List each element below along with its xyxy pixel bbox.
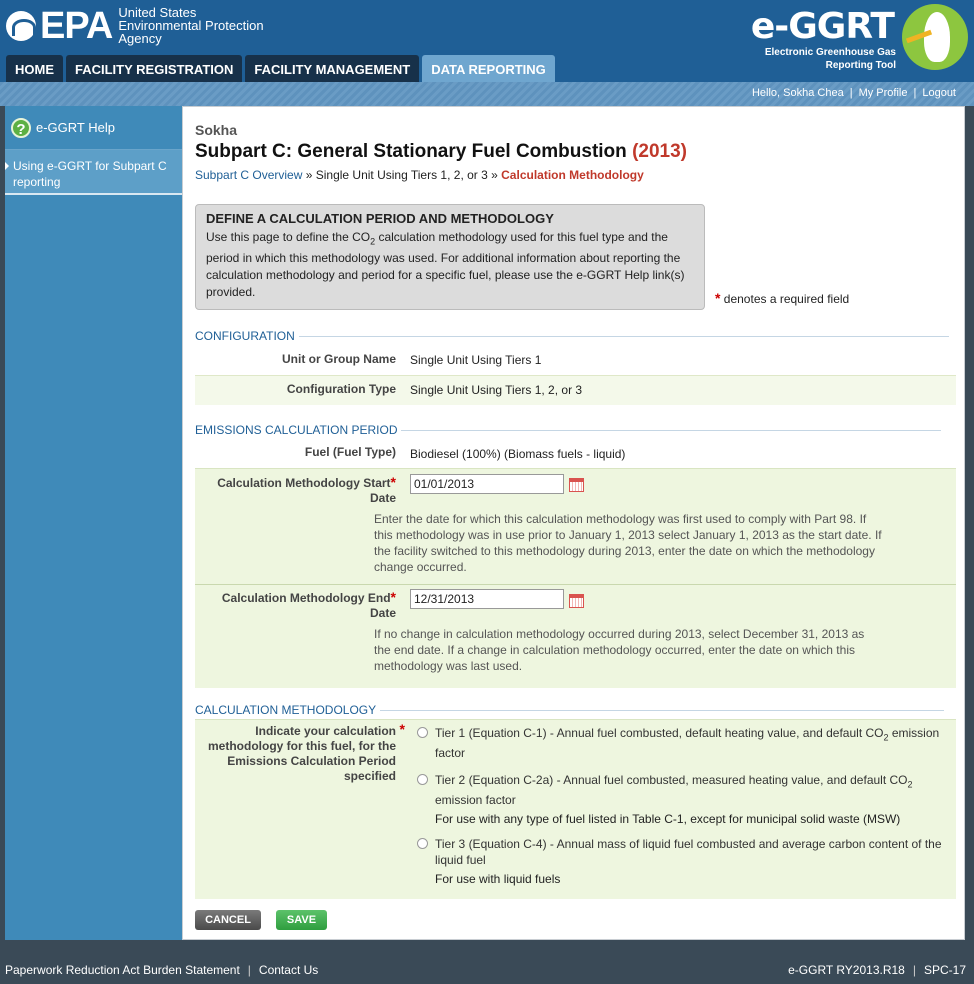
required-field-note: * denotes a required field bbox=[715, 290, 850, 306]
sidebar-item-label: e-GGRT Help bbox=[36, 120, 115, 135]
start-date-input[interactable] bbox=[410, 474, 564, 494]
instructions-box: DEFINE A CALCULATION PERIOD AND METHODOL… bbox=[195, 204, 705, 310]
methodology-option-tier3[interactable]: Tier 3 (Equation C-4) - Annual mass of l… bbox=[417, 836, 947, 887]
row-fuel: Fuel (Fuel Type) Biodiesel (100%) (Bioma… bbox=[195, 439, 956, 468]
tab-data-reporting[interactable]: DATA REPORTING bbox=[422, 55, 555, 82]
config-type-value: Single Unit Using Tiers 1, 2, or 3 bbox=[410, 383, 583, 397]
section-configuration: CONFIGURATION bbox=[195, 329, 948, 343]
user-greeting: Hello, Sokha Chea bbox=[751, 87, 844, 99]
main-content: Sokha Subpart C: General Stationary Fuel… bbox=[182, 106, 965, 940]
egret-logo-icon bbox=[902, 4, 968, 70]
required-asterisk: * bbox=[399, 721, 405, 737]
my-profile-link[interactable]: My Profile bbox=[859, 87, 908, 99]
config-type-label: Configuration Type bbox=[286, 382, 396, 396]
row-start-date: Calculation Methodology Start*Date Enter… bbox=[195, 468, 956, 584]
tier3-note: For use with liquid fuels bbox=[435, 872, 561, 886]
contact-us-link[interactable]: Contact Us bbox=[259, 963, 318, 977]
methodology-option-tier1[interactable]: Tier 1 (Equation C-1) - Annual fuel comb… bbox=[417, 725, 947, 761]
instructions-heading: DEFINE A CALCULATION PERIOD AND METHODOL… bbox=[206, 211, 554, 226]
fuel-value: Biodiesel (100%) (Biomass fuels - liquid… bbox=[410, 447, 626, 461]
epa-logo[interactable]: EPA United States Environmental Protecti… bbox=[6, 6, 264, 45]
start-date-label: Calculation Methodology Start* Date bbox=[217, 474, 396, 506]
section-calculation-methodology: CALCULATION METHODOLOGY bbox=[195, 703, 945, 717]
calendar-icon[interactable] bbox=[569, 594, 584, 608]
breadcrumb-current: Calculation Methodology bbox=[501, 168, 644, 182]
eggrt-logo-subtitle: Electronic Greenhouse Gas Reporting Tool bbox=[764, 47, 896, 71]
eggrt-logo-title: e-GGRT bbox=[750, 6, 895, 47]
facility-name: Sokha bbox=[195, 122, 238, 138]
help-sidebar: ? e-GGRT Help Using e-GGRT for Subpart C… bbox=[5, 106, 182, 940]
breadcrumb-configuration: Single Unit Using Tiers 1, 2, or 3 bbox=[315, 168, 488, 182]
paperwork-reduction-link[interactable]: Paperwork Reduction Act Burden Statement bbox=[5, 963, 240, 977]
end-date-hint: If no change in calculation methodology … bbox=[374, 627, 865, 673]
cancel-button[interactable]: CANCEL bbox=[195, 910, 261, 930]
radio-tier3[interactable] bbox=[417, 838, 428, 849]
sidebar-item-label: Using e-GGRT for Subpart C reporting bbox=[13, 159, 167, 189]
user-bar: Hello, Sokha Chea | My Profile | Logout bbox=[0, 82, 974, 106]
unit-name-value: Single Unit Using Tiers 1 bbox=[410, 353, 542, 367]
page-title: Subpart C: General Stationary Fuel Combu… bbox=[195, 141, 687, 162]
start-date-hint: Enter the date for which this calculatio… bbox=[374, 512, 882, 574]
epa-flower-icon bbox=[6, 10, 36, 41]
section-emissions-period: EMISSIONS CALCULATION PERIOD bbox=[195, 423, 944, 437]
site-footer: Paperwork Reduction Act Burden Statement… bbox=[5, 963, 966, 977]
tab-home[interactable]: HOME bbox=[6, 55, 63, 82]
tier2-note: For use with any type of fuel listed in … bbox=[435, 812, 901, 827]
site-header: EPA United States Environmental Protecti… bbox=[0, 0, 974, 82]
agency-name: United States Environmental Protection A… bbox=[118, 5, 264, 46]
required-asterisk: * bbox=[390, 474, 396, 490]
logout-link[interactable]: Logout bbox=[922, 87, 956, 99]
tab-facility-registration[interactable]: FACILITY REGISTRATION bbox=[66, 55, 243, 82]
end-date-input[interactable] bbox=[410, 589, 564, 609]
instructions-text: Use this page to define the CO2 calculat… bbox=[206, 230, 685, 300]
required-asterisk: * bbox=[390, 589, 396, 605]
calendar-icon[interactable] bbox=[569, 478, 584, 492]
row-unit-name: Unit or Group Name Single Unit Using Tie… bbox=[195, 345, 956, 375]
sidebar-item-help[interactable]: ? e-GGRT Help bbox=[5, 106, 182, 150]
tab-facility-management[interactable]: FACILITY MANAGEMENT bbox=[245, 55, 420, 82]
unit-name-label: Unit or Group Name bbox=[281, 352, 396, 366]
breadcrumb: Subpart C Overview » Single Unit Using T… bbox=[195, 168, 644, 182]
radio-tier2[interactable] bbox=[417, 774, 428, 785]
help-icon: ? bbox=[11, 117, 31, 138]
row-methodology: Indicate your calculation methodology fo… bbox=[195, 719, 956, 899]
breadcrumb-subpart-overview[interactable]: Subpart C Overview bbox=[195, 168, 302, 182]
arrow-right-icon bbox=[5, 162, 9, 170]
reporting-year: (2013) bbox=[632, 141, 687, 162]
radio-tier1[interactable] bbox=[417, 727, 428, 738]
page-code: SPC-17 bbox=[923, 963, 966, 977]
main-nav: HOME FACILITY REGISTRATION FACILITY MANA… bbox=[6, 55, 558, 82]
row-end-date: Calculation Methodology End*Date If no c… bbox=[195, 584, 956, 688]
methodology-option-tier2[interactable]: Tier 2 (Equation C-2a) - Annual fuel com… bbox=[417, 772, 947, 827]
methodology-label: Indicate your calculation methodology fo… bbox=[208, 721, 405, 784]
sidebar-item-subpart-c-help[interactable]: Using e-GGRT for Subpart C reporting bbox=[5, 150, 182, 195]
row-config-type: Configuration Type Single Unit Using Tie… bbox=[195, 375, 956, 405]
epa-logo-text: EPA bbox=[40, 4, 113, 47]
end-date-label: Calculation Methodology End* Date bbox=[221, 589, 396, 621]
fuel-label: Fuel (Fuel Type) bbox=[304, 445, 396, 459]
app-version: e-GGRT RY2013.R18 bbox=[788, 963, 905, 977]
save-button[interactable]: SAVE bbox=[276, 910, 327, 930]
